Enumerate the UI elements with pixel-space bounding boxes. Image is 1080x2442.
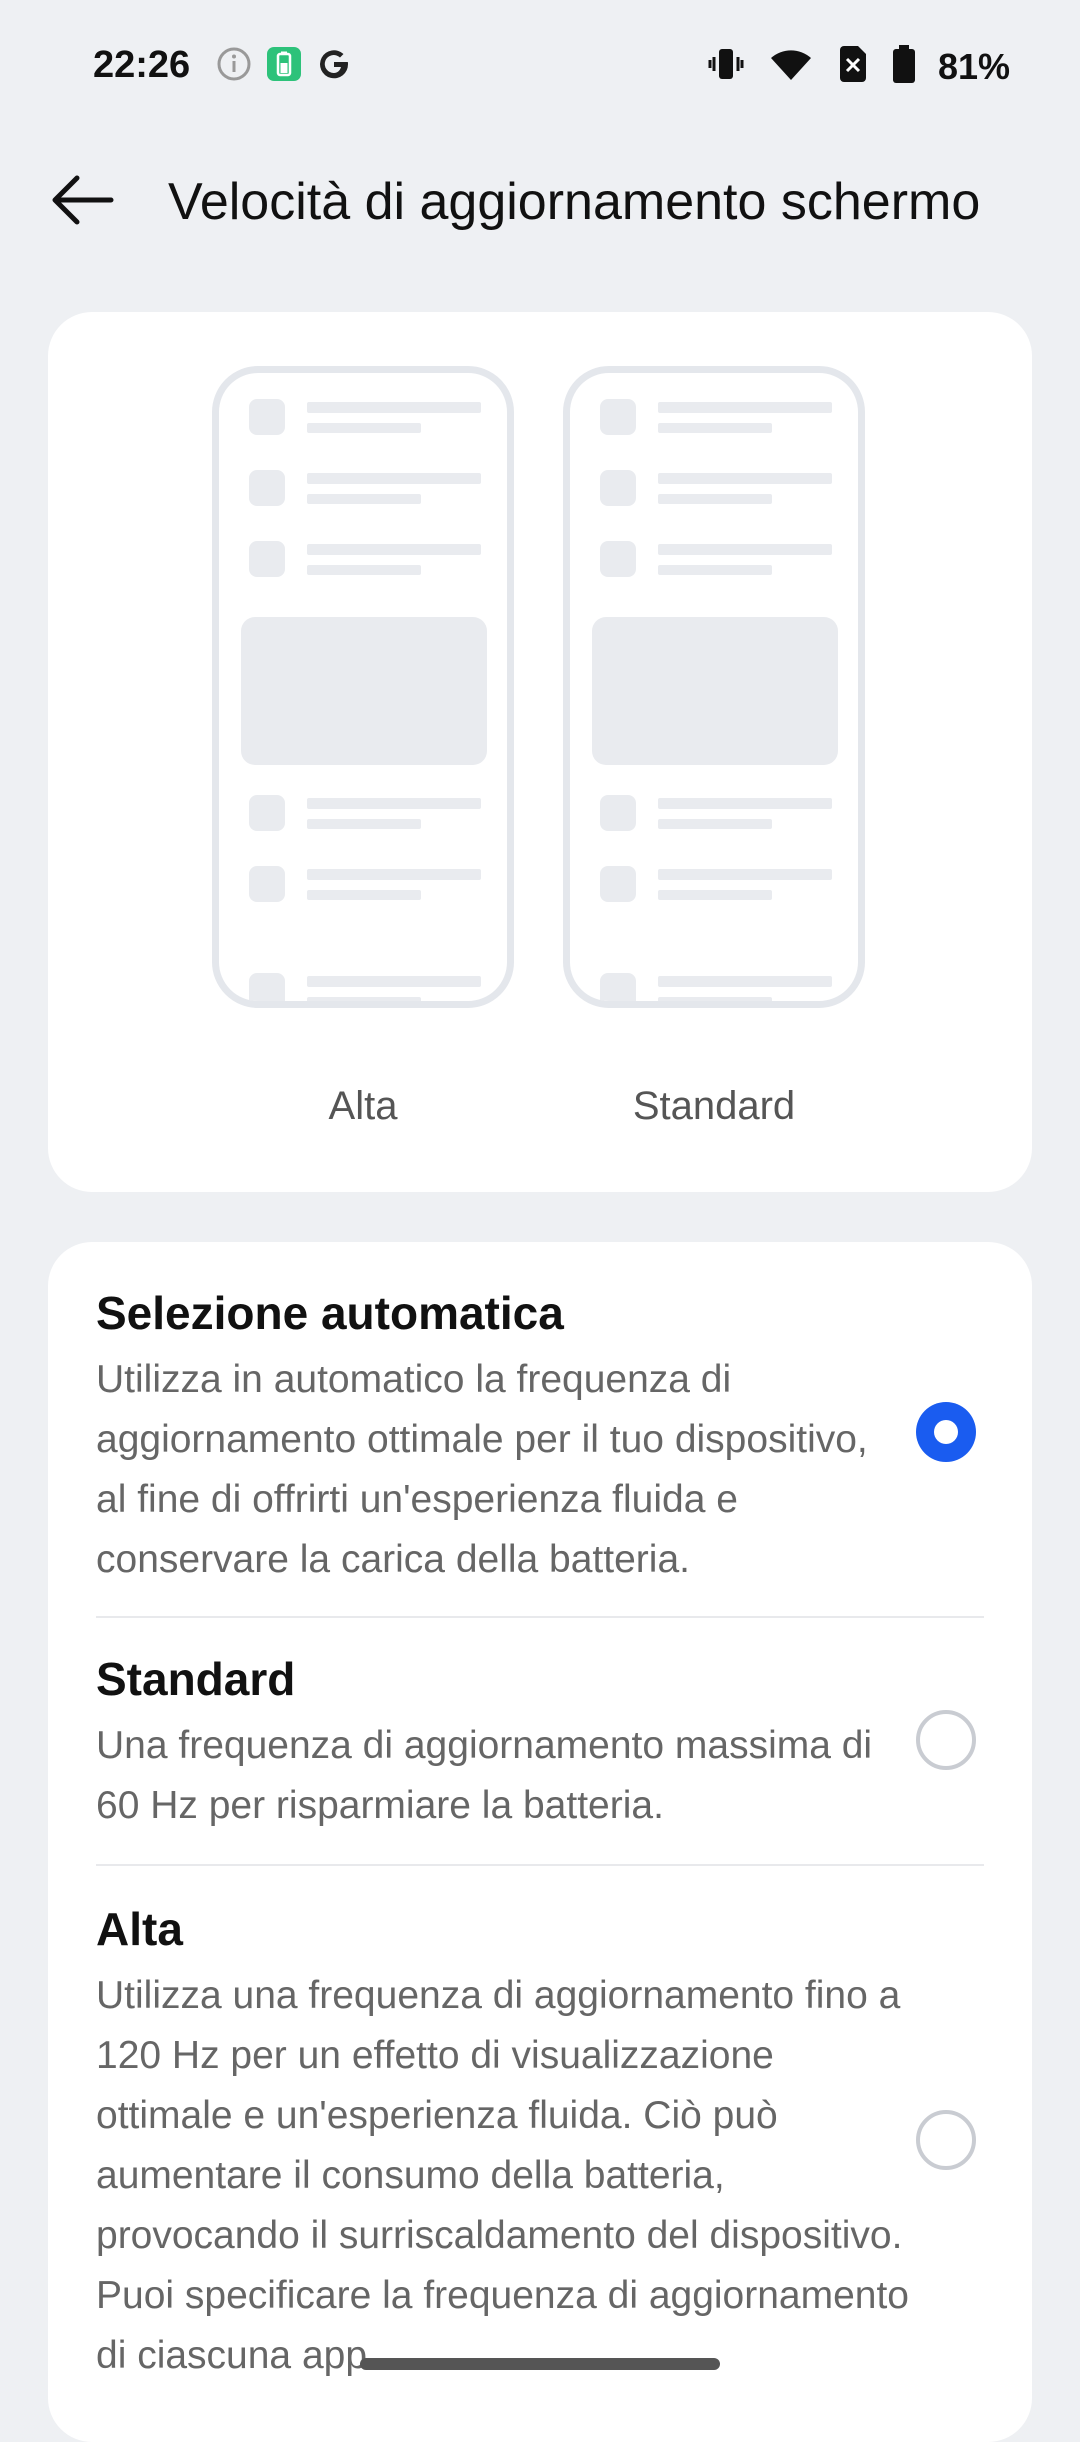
preview-label-high: Alta: [328, 1084, 398, 1128]
wifi-icon: [768, 44, 814, 89]
option-description: Utilizza una frequenza di aggiornamento …: [96, 1974, 910, 2377]
vibrate-icon: [706, 44, 746, 89]
header: Velocità di aggiornamento schermo: [0, 150, 1080, 250]
battery-icon: [892, 44, 916, 89]
preview-card: Alta Standard: [48, 312, 1032, 1192]
battery-saver-icon: [266, 46, 302, 87]
preview-label-standard: Standard: [632, 1084, 796, 1128]
radio-high[interactable]: [916, 2110, 976, 2170]
option-title: Alta: [96, 1903, 183, 1955]
option-description: Utilizza in automatico la frequenza di a…: [96, 1358, 868, 1581]
status-left-icons: [216, 46, 352, 87]
info-icon: [216, 46, 252, 87]
option-title: Standard: [96, 1653, 296, 1705]
radio-automatic[interactable]: [916, 1402, 976, 1462]
radio-standard[interactable]: [916, 1710, 976, 1770]
status-time: 22:26: [93, 44, 191, 86]
option-high[interactable]: Alta Utilizza una frequenza di aggiornam…: [96, 1902, 984, 2386]
divider: [96, 1864, 984, 1866]
battery-percent: 81%: [937, 45, 1010, 87]
option-title: Selezione automatica: [96, 1287, 564, 1339]
google-icon: [316, 46, 352, 87]
refresh-rate-options: Selezione automatica Utilizza in automat…: [48, 1242, 1032, 2442]
option-automatic[interactable]: Selezione automatica Utilizza in automat…: [96, 1286, 984, 1590]
arrow-left-icon: [52, 175, 114, 225]
option-standard[interactable]: Standard Una frequenza di aggiornamento …: [96, 1652, 984, 1836]
option-description: Una frequenza di aggiornamento massima d…: [96, 1724, 873, 1827]
status-right-icons: 81%: [706, 44, 1010, 89]
status-bar: 22:26 81%: [0, 0, 1080, 130]
no-sim-icon: [836, 44, 870, 89]
preview-standard-illustration: [563, 366, 865, 1008]
home-indicator[interactable]: [360, 2358, 720, 2370]
page-title: Velocità di aggiornamento schermo: [168, 173, 981, 231]
preview-high-illustration: [212, 366, 514, 1008]
back-button[interactable]: [46, 170, 118, 230]
divider: [96, 1616, 984, 1618]
